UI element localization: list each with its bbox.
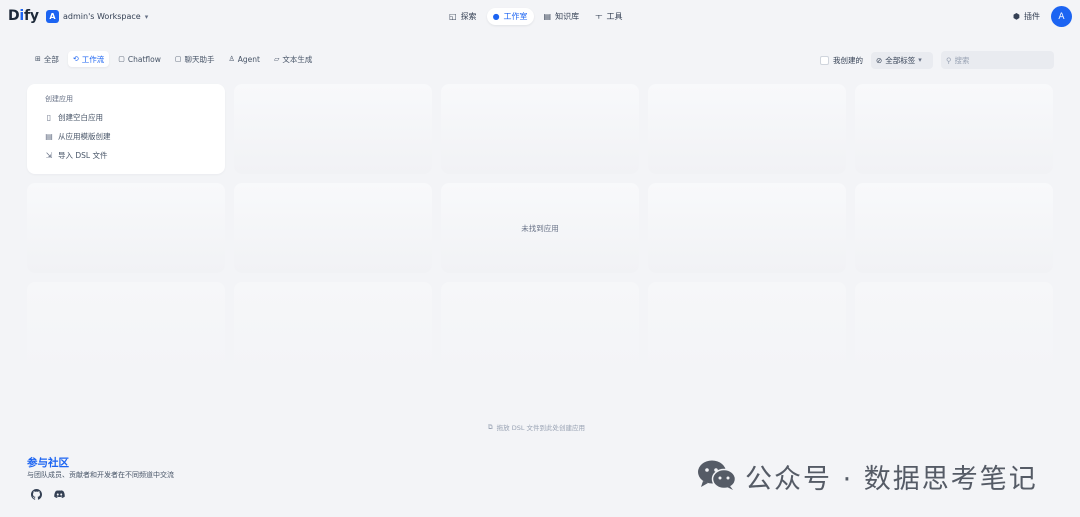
wechat-watermark: 公众号 · 数据思考笔记 — [697, 457, 1038, 496]
placeholder-card — [648, 282, 846, 372]
grid-icon: ⊞ — [35, 55, 41, 63]
create-blank-app-button[interactable]: ▯ 创建空白应用 — [45, 111, 207, 124]
drag-drop-icon: ⧉ — [488, 422, 493, 431]
plugins-button[interactable]: ⬢ 插件 — [1013, 11, 1040, 22]
search-icon: ⚲ — [946, 55, 952, 65]
agent-icon: ♙ — [228, 55, 235, 63]
import-icon: ⇲ — [45, 151, 53, 160]
create-from-template-button[interactable]: ▤ 从应用模版创建 — [45, 130, 207, 143]
app-grid: 创建应用 ▯ 创建空白应用 ▤ 从应用模版创建 ⇲ 导入 DSL 文件 未找到应… — [27, 84, 1053, 372]
placeholder-card — [441, 84, 639, 174]
placeholder-card — [27, 282, 225, 372]
nav-tools[interactable]: ㅜ 工具 — [589, 8, 628, 25]
filter-agent[interactable]: ♙ Agent — [223, 51, 264, 67]
user-avatar[interactable]: A — [1051, 6, 1072, 27]
workspace-switcher[interactable]: A admin's Workspace ▾ — [46, 10, 148, 23]
filter-chat-assistant[interactable]: ▢ 聊天助手 — [170, 51, 220, 67]
placeholder-card — [855, 84, 1053, 174]
filter-workflow[interactable]: ⟲ 工作流 — [67, 51, 110, 67]
empty-state-card: 未找到应用 — [441, 183, 639, 273]
knowledge-icon: ▤ — [543, 12, 552, 21]
community-title: 参与社区 — [27, 457, 69, 469]
placeholder-card — [234, 84, 432, 174]
dsl-drop-hint: ⧉ 拖放 DSL 文件到此处创建应用 — [488, 422, 586, 433]
search-box[interactable]: ⚲ — [941, 51, 1054, 69]
blank-file-icon: ▯ — [46, 113, 52, 122]
create-app-title: 创建应用 — [45, 95, 73, 103]
create-app-card: 创建应用 ▯ 创建空白应用 ▤ 从应用模版创建 ⇲ 导入 DSL 文件 — [27, 84, 225, 174]
chevron-down-icon: ▾ — [144, 12, 149, 21]
community-description: 与团队成员、贡献者和开发者在不同频道中交流 — [27, 471, 174, 479]
tag-filter-dropdown[interactable]: ⊘ 全部标签 ▾ — [871, 51, 933, 69]
list-toolbar: 我创建的 ⊘ 全部标签 ▾ ⚲ — [820, 51, 1054, 69]
explore-icon: ◱ — [449, 12, 457, 21]
template-icon: ▤ — [45, 132, 53, 141]
chat-icon: ▢ — [174, 55, 182, 63]
filter-all[interactable]: ⊞ 全部 — [30, 51, 64, 67]
discord-icon[interactable] — [54, 489, 65, 500]
placeholder-card — [27, 183, 225, 273]
filter-chatflow[interactable]: ▢ Chatflow — [113, 51, 166, 67]
plugin-icon: ⬢ — [1013, 12, 1020, 21]
chatflow-icon: ▢ — [118, 55, 125, 63]
placeholder-card — [855, 282, 1053, 372]
chevron-down-icon: ▾ — [918, 56, 922, 64]
placeholder-card — [441, 282, 639, 372]
placeholder-card — [234, 183, 432, 273]
filter-text-generation[interactable]: ▱ 文本生成 — [269, 51, 317, 67]
checkbox[interactable] — [820, 55, 829, 65]
tag-icon: ⊘ — [876, 55, 883, 65]
app-type-filters: ⊞ 全部 ⟲ 工作流 ▢ Chatflow ▢ 聊天助手 ♙ Agent ▱ 文… — [30, 51, 317, 67]
tools-icon: ㅜ — [595, 12, 603, 21]
placeholder-card — [855, 183, 1053, 273]
studio-icon: ● — [492, 12, 500, 21]
placeholder-card — [648, 84, 846, 174]
main-nav: ◱ 探索 ● 工作室 ▤ 知识库 ㅜ 工具 — [443, 8, 628, 25]
dify-logo[interactable]: Dify — [8, 8, 39, 24]
wechat-icon — [697, 459, 737, 495]
social-links — [31, 489, 65, 500]
top-header: Dify A admin's Workspace ▾ ◱ 探索 ● 工作室 ▤ … — [0, 0, 1080, 34]
my-created-checkbox[interactable]: 我创建的 — [820, 55, 863, 66]
placeholder-card — [648, 183, 846, 273]
workflow-icon: ⟲ — [72, 55, 79, 63]
workspace-avatar: A — [46, 10, 59, 23]
nav-studio[interactable]: ● 工作室 — [486, 8, 534, 25]
nav-explore[interactable]: ◱ 探索 — [443, 8, 483, 25]
import-dsl-button[interactable]: ⇲ 导入 DSL 文件 — [45, 149, 207, 162]
text-gen-icon: ▱ — [273, 55, 280, 63]
workspace-name: admin's Workspace — [63, 12, 141, 21]
search-input[interactable] — [954, 55, 1045, 65]
empty-state-text: 未找到应用 — [521, 223, 559, 233]
nav-knowledge[interactable]: ▤ 知识库 — [538, 8, 586, 25]
placeholder-card — [234, 282, 432, 372]
watermark-text: 公众号 · 数据思考笔记 — [745, 464, 1038, 495]
github-icon[interactable] — [31, 489, 42, 500]
